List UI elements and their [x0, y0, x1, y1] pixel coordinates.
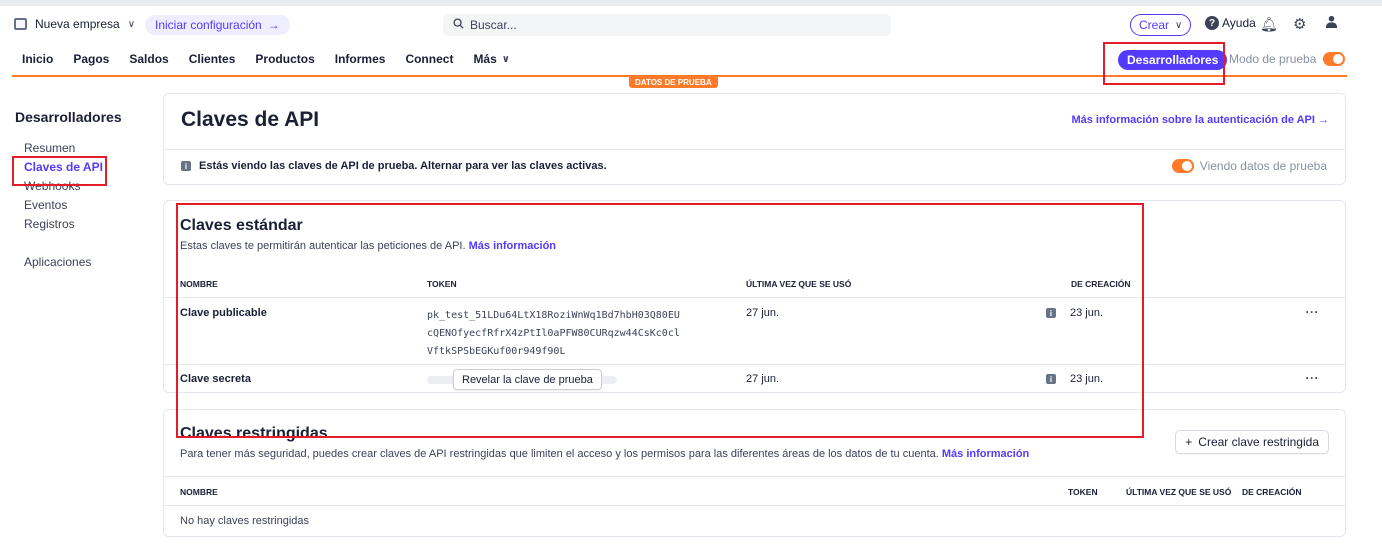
test-mode-label: Modo de prueba [1229, 52, 1317, 66]
more-actions-icon[interactable]: ··· [1306, 305, 1320, 319]
sidebar-title: Desarrolladores [15, 109, 122, 125]
nav-item-informes[interactable]: Informes [335, 52, 386, 66]
publishable-key-name: Clave publicable [180, 307, 267, 319]
viewing-test-data-label: Viendo datos de prueba [1199, 159, 1327, 173]
secret-created: 23 jun. [1070, 373, 1104, 385]
search-placeholder: Buscar... [470, 18, 517, 32]
create-label: Crear [1139, 18, 1170, 32]
chevron-down-icon: ∨ [1175, 19, 1183, 31]
standard-keys-subtitle: Estas claves te permitirán autenticar la… [180, 240, 556, 252]
token-line: VftkSPSbEGKuf00r949f90L [427, 346, 566, 357]
sidebar-item-registros[interactable]: Registros [15, 215, 140, 234]
nav-item-pagos[interactable]: Pagos [73, 52, 109, 66]
create-restricted-key-button[interactable]: + Crear clave restringida [1175, 430, 1329, 454]
secret-key-name: Clave secreta [180, 373, 251, 385]
setup-button[interactable]: Iniciar configuración → [145, 15, 290, 35]
gear-icon[interactable]: ⚙︎ [1293, 15, 1306, 33]
company-logo-icon [14, 18, 27, 30]
chevron-down-icon: ∨ [127, 18, 136, 30]
sidebar: Desarrolladores Resumen Claves de API We… [15, 109, 140, 272]
nav-item-connect[interactable]: Connect [405, 52, 453, 66]
nav-item-inicio[interactable]: Inicio [22, 52, 53, 66]
auth-info-link[interactable]: Más información sobre la autenticación d… [1071, 114, 1329, 126]
col-header-created: DE CREACIÓN [1071, 279, 1131, 289]
col-header-token: TOKEN [427, 279, 457, 289]
nav-item-more[interactable]: Más ∨ [473, 52, 509, 66]
col-header-token: TOKEN [1068, 487, 1098, 497]
toggle-switch[interactable] [1171, 159, 1194, 173]
nav-item-saldos[interactable]: Saldos [129, 52, 168, 66]
create-button[interactable]: Crear ∨ [1130, 14, 1192, 36]
nav-item-clientes[interactable]: Clientes [189, 52, 236, 66]
sidebar-item-webhooks[interactable]: Webhooks [15, 177, 140, 196]
search-input[interactable]: Buscar... [443, 14, 891, 36]
top-bar: Nueva empresa ∨ Iniciar configuración → … [0, 0, 1382, 47]
sidebar-item-resumen[interactable]: Resumen [15, 139, 140, 158]
page-title: Claves de API [181, 108, 320, 131]
col-header-last-used: ÚLTIMA VEZ QUE SE USÓ [746, 279, 852, 289]
test-mode-toggle[interactable]: Modo de prueba [1229, 52, 1346, 66]
more-info-link[interactable]: Más información [942, 448, 1029, 460]
standard-keys-card: Claves estándar Estas claves te permitir… [163, 200, 1346, 393]
plus-icon: + [1185, 435, 1193, 449]
test-keys-notice: i Estás viendo las claves de API de prue… [181, 160, 607, 172]
toggle-switch[interactable] [1323, 52, 1346, 66]
publishable-created: 23 jun. [1070, 307, 1104, 319]
col-header-last-used: ÚLTIMA VEZ QUE SE USÓ [1126, 487, 1232, 497]
col-header-created: DE CREACIÓN [1242, 487, 1302, 497]
secret-last-used: 27 jun. [746, 373, 780, 385]
test-data-badge: DATOS DE PRUEBA [629, 77, 718, 88]
search-icon [453, 18, 464, 32]
publishable-key-token[interactable]: pk_test_51LDu64LtX18RoziWnWq1Bd7hbH03Q80… [427, 307, 680, 361]
restricted-keys-title: Claves restringidas [180, 425, 328, 442]
setup-label: Iniciar configuración [155, 18, 262, 32]
account-switcher[interactable]: Nueva empresa ∨ [14, 17, 135, 31]
info-icon[interactable]: i [1046, 374, 1056, 384]
help-label: Ayuda [1222, 16, 1256, 30]
help-icon: ? [1205, 16, 1219, 30]
arrow-right-icon: → [267, 18, 280, 32]
empty-restricted-keys: No hay claves restringidas [180, 515, 310, 527]
user-icon[interactable] [1325, 15, 1338, 31]
company-name: Nueva empresa [35, 17, 120, 31]
token-line: cQENOfyecfRfrX4zPtIl0aPFW80CURqzw44CsKc0… [427, 328, 680, 339]
more-info-link[interactable]: Más información [469, 240, 556, 252]
developers-button[interactable]: Desarrolladores [1118, 50, 1228, 70]
col-header-name: NOMBRE [180, 487, 218, 497]
standard-keys-subtitle-text: Estas claves te permitirán autenticar la… [180, 240, 466, 252]
publishable-last-used: 27 jun. [746, 307, 780, 319]
api-keys-header-card: Claves de API Más información sobre la a… [163, 93, 1346, 185]
info-icon: i [181, 161, 191, 171]
nav-item-productos[interactable]: Productos [255, 52, 314, 66]
reveal-test-key-button[interactable]: Revelar la clave de prueba [453, 369, 602, 390]
more-actions-icon[interactable]: ··· [1306, 371, 1320, 385]
restricted-keys-card: Claves restringidas Para tener más segur… [163, 409, 1346, 537]
col-header-name: NOMBRE [180, 279, 218, 289]
sidebar-item-eventos[interactable]: Eventos [15, 196, 140, 215]
help-button[interactable]: ? Ayuda [1205, 16, 1256, 30]
nav-more-label: Más [473, 52, 497, 66]
standard-keys-title: Claves estándar [180, 217, 303, 234]
restricted-keys-subtitle-text: Para tener más seguridad, puedes crear c… [180, 448, 939, 460]
test-keys-notice-text: Estás viendo las claves de API de prueba… [199, 160, 607, 172]
chevron-down-icon: ∨ [501, 53, 510, 65]
sidebar-item-api-keys[interactable]: Claves de API [15, 158, 140, 177]
viewing-test-data-toggle[interactable]: Viendo datos de prueba [1171, 159, 1327, 173]
create-restricted-key-label: Crear clave restringida [1198, 435, 1319, 449]
restricted-keys-subtitle: Para tener más seguridad, puedes crear c… [180, 448, 1029, 460]
token-line: pk_test_51LDu64LtX18RoziWnWq1Bd7hbH03Q80… [427, 310, 680, 321]
info-icon[interactable]: i [1046, 308, 1056, 318]
sidebar-item-aplicaciones[interactable]: Aplicaciones [15, 253, 140, 272]
bell-icon[interactable]: 🔔︎ [1260, 16, 1278, 33]
